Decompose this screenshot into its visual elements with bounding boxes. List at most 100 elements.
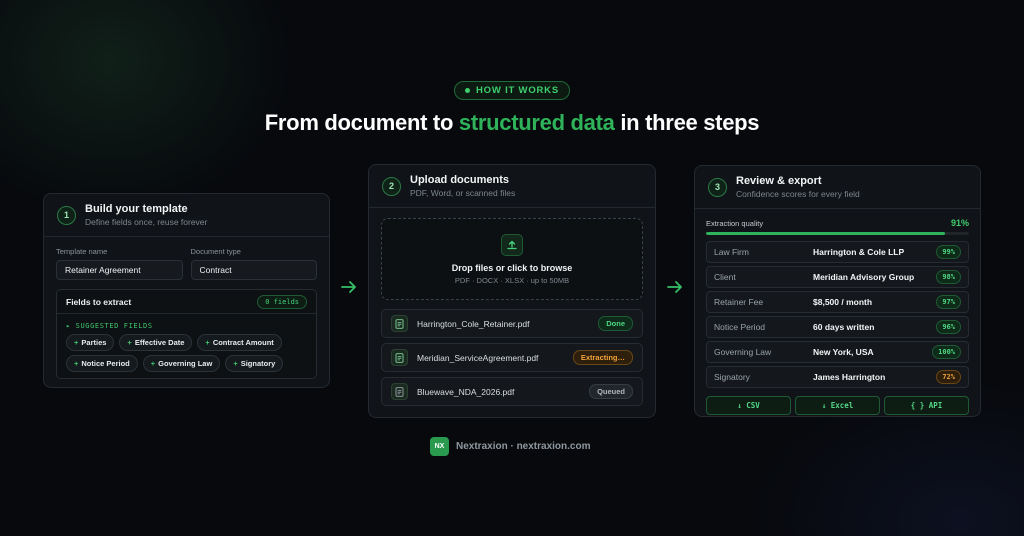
chip-label: Parties (81, 338, 107, 347)
brand-text: Nextraxion · nextraxion.com (456, 441, 591, 452)
status-badge: Extracting… (572, 350, 633, 365)
confidence-badge: 98% (936, 270, 961, 284)
table-row[interactable]: Signatory James Harrington 72% (706, 366, 969, 388)
document-type-field: Document type Contract (190, 247, 317, 280)
confidence-badge: 97% (936, 295, 961, 309)
row-label: Governing Law (714, 347, 772, 357)
dropzone-subtitle: PDF · DOCX · XLSX · up to 50MB (454, 275, 570, 285)
step-subtitle: Confidence scores for every field (736, 189, 860, 199)
table-row[interactable]: Retainer Fee $8,500 / month 97% (706, 291, 969, 313)
file-icon (391, 315, 408, 332)
chip-signatory[interactable]: + Signatory (225, 355, 284, 372)
dropzone-title: Drop files or click to browse (451, 262, 573, 273)
confidence-badge: 72% (936, 370, 961, 384)
footer-brand: NX Nextraxion · nextraxion.com (430, 437, 590, 456)
step-3-card: 3 Review & export Confidence scores for … (694, 165, 981, 417)
suggested-chips: + Parties + Effective Date + Contract Amoun… (57, 334, 316, 372)
title-post: in three steps (614, 110, 760, 135)
upload-icon (501, 233, 523, 256)
step-2-card: 2 Upload documents PDF, Word, or scanned… (368, 164, 656, 418)
step-title: Upload documents (410, 174, 510, 186)
table-row[interactable]: Client Meridian Advisory Group 98% (706, 266, 969, 288)
step-subtitle: PDF, Word, or scanned files (410, 188, 516, 198)
step-number: 2 (382, 176, 401, 196)
chip-notice-period[interactable]: + Notice Period (66, 355, 138, 372)
fields-count-badge: 0 fields (257, 294, 307, 309)
badge-label: HOW IT WORKS (476, 85, 559, 96)
file-name: Harrington_Cole_Retainer.pdf (417, 318, 530, 329)
brand-logo: NX (430, 437, 449, 456)
status-badge: Done (598, 316, 633, 331)
plus-icon: + (233, 359, 238, 368)
row-value: $8,500 / month (813, 297, 873, 307)
chip-label: Notice Period (81, 359, 130, 368)
plus-icon: + (205, 338, 210, 347)
step-title: Review & export (736, 175, 822, 187)
file-row[interactable]: Harrington_Cole_Retainer.pdf Done (381, 309, 643, 338)
page-title: From document to structured data in thre… (0, 110, 1024, 136)
table-row[interactable]: Governing Law New York, USA 100% (706, 341, 969, 363)
step-number: 3 (708, 177, 727, 197)
row-value: Harrington & Cole LLP (813, 247, 905, 257)
badge-dot (465, 88, 471, 93)
template-name-input[interactable]: Retainer Agreement (56, 260, 183, 280)
chip-label: Contract Amount (212, 338, 274, 347)
fields-to-extract-panel: Fields to extract 0 fields ▸ SUGGESTED F… (56, 289, 317, 379)
plus-icon: + (150, 359, 156, 368)
arrow-right-icon (666, 279, 684, 300)
suggested-fields-label: ▸ SUGGESTED FIELDS (66, 322, 153, 330)
table-row[interactable]: Notice Period 60 days written 96% (706, 316, 969, 338)
step-subtitle: Define fields once, reuse forever (85, 217, 208, 227)
title-pre: From document to (264, 110, 459, 135)
chip-label: Signatory (240, 359, 276, 368)
chip-parties[interactable]: + Parties (66, 334, 115, 351)
export-excel-button[interactable]: ↓ Excel (795, 396, 880, 415)
chip-label: Effective Date (134, 338, 185, 347)
chip-effective-date[interactable]: + Effective Date (119, 334, 193, 351)
row-value: Meridian Advisory Group (813, 272, 915, 282)
chip-governing-law[interactable]: + Governing Law (142, 355, 221, 372)
step-1-card: 1 Build your template Define fields once… (43, 193, 330, 388)
file-icon (391, 349, 408, 366)
file-name: Meridian_ServiceAgreement.pdf (417, 352, 539, 363)
title-highlight: structured data (458, 110, 615, 135)
file-icon (391, 383, 408, 400)
row-value: James Harrington (813, 372, 886, 382)
quality-value: 91% (950, 218, 969, 228)
step-2-header: 2 Upload documents PDF, Word, or scanned… (369, 165, 655, 208)
file-row[interactable]: Bluewave_NDA_2026.pdf Queued (381, 377, 643, 406)
export-buttons: ↓ CSV ↓ Excel { } API (695, 391, 980, 415)
row-value: 60 days written (813, 322, 875, 332)
fields-title: Fields to extract (66, 296, 132, 307)
file-name: Bluewave_NDA_2026.pdf (417, 386, 515, 397)
extracted-fields-table: Law Firm Harrington & Cole LLP 99% Client M… (695, 235, 980, 388)
chip-contract-amount[interactable]: + Contract Amount (197, 334, 282, 351)
step-1-header: 1 Build your template Define fields once… (44, 194, 329, 237)
step-number: 1 (57, 205, 76, 225)
confidence-badge: 96% (936, 320, 961, 334)
chip-label: Governing Law (158, 359, 213, 368)
status-badge: Queued (589, 384, 633, 399)
document-type-input[interactable]: Contract (190, 260, 317, 280)
confidence-badge: 99% (936, 245, 961, 259)
quality-label: Extraction quality (706, 218, 764, 228)
row-label: Retainer Fee (714, 297, 764, 307)
step-title: Build your template (85, 203, 188, 215)
row-label: Client (714, 272, 736, 282)
plus-icon: + (74, 359, 79, 368)
table-row[interactable]: Law Firm Harrington & Cole LLP 99% (706, 241, 969, 263)
how-it-works-badge: HOW IT WORKS (454, 81, 570, 100)
row-label: Law Firm (714, 247, 749, 257)
row-label: Signatory (714, 372, 750, 382)
step-3-header: 3 Review & export Confidence scores for … (695, 166, 980, 209)
document-type-label: Document type (190, 247, 241, 256)
confidence-badge: 100% (932, 345, 961, 359)
arrow-right-icon (340, 279, 358, 300)
export-api-button[interactable]: { } API (884, 396, 969, 415)
template-name-label: Template name (56, 247, 108, 256)
export-csv-button[interactable]: ↓ CSV (706, 396, 791, 415)
plus-icon: + (127, 338, 132, 347)
file-dropzone[interactable]: Drop files or click to browse PDF · DOCX… (381, 218, 643, 300)
plus-icon: + (74, 338, 79, 347)
file-row[interactable]: Meridian_ServiceAgreement.pdf Extracting… (381, 343, 643, 372)
